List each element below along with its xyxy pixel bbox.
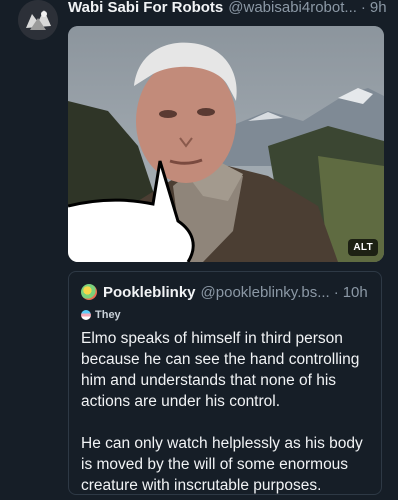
quoted-post[interactable]: Pookleblinky @pookleblinky.bs... · 10h T…: [68, 271, 382, 495]
author-display-name[interactable]: Wabi Sabi For Robots: [68, 0, 223, 16]
author-handle[interactable]: @wabisabi4robot...: [228, 0, 357, 16]
quoted-author-avatar[interactable]: [81, 284, 97, 300]
post-image[interactable]: ALT: [68, 26, 384, 262]
flag-icon: [81, 310, 91, 320]
pronoun-label-text: They: [95, 309, 121, 321]
pronoun-label: They: [81, 309, 121, 321]
separator-dot: ·: [333, 283, 339, 301]
quoted-author-display-name[interactable]: Pookleblinky: [103, 284, 196, 301]
quoted-post-text: Elmo speaks of himself in third person b…: [81, 330, 363, 494]
author-avatar[interactable]: [18, 0, 58, 40]
alt-text-badge[interactable]: ALT: [348, 239, 378, 256]
post-timestamp[interactable]: 9h: [370, 0, 387, 16]
quoted-post-timestamp[interactable]: 10h: [343, 284, 368, 301]
quoted-author-handle[interactable]: @pookleblinky.bs...: [201, 284, 330, 301]
separator-dot: ·: [360, 0, 366, 16]
post-header: Wabi Sabi For Robots @wabisabi4robot... …: [68, 0, 388, 17]
image-photo: [68, 26, 384, 262]
quoted-post-header: Pookleblinky @pookleblinky.bs... · 10h: [81, 282, 371, 302]
author-avatar-image: [18, 0, 58, 40]
